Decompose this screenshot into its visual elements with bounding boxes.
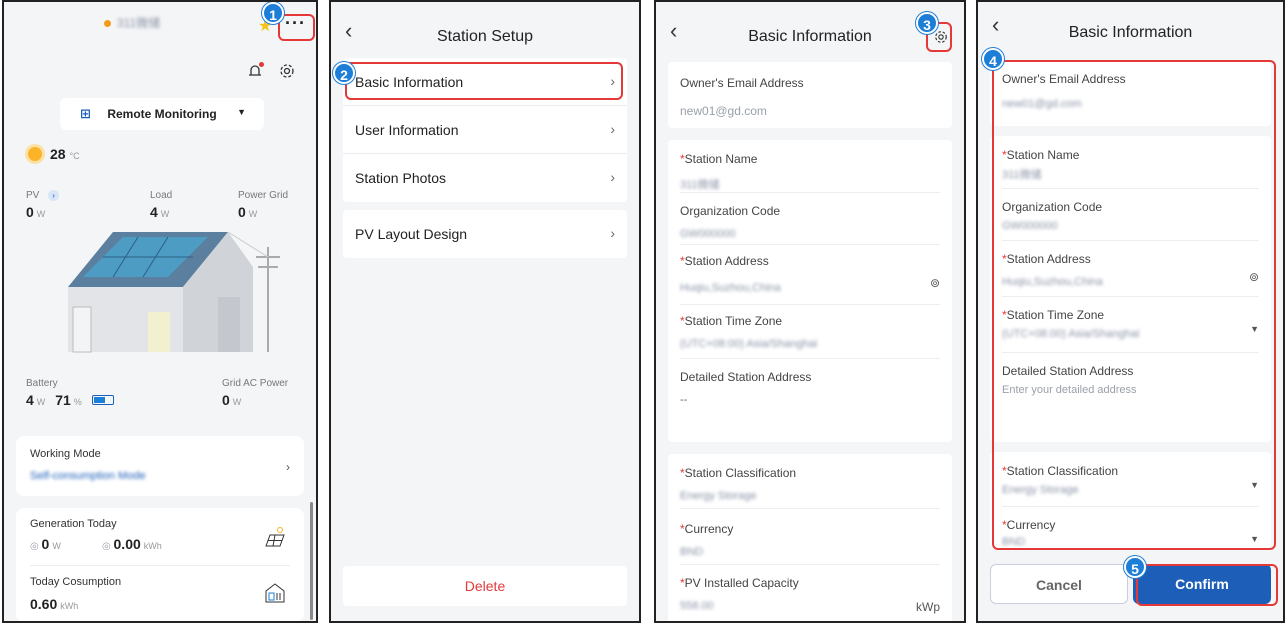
divider bbox=[680, 244, 940, 245]
chevron-right-icon: › bbox=[286, 460, 290, 474]
chevron-right-icon: › bbox=[610, 169, 615, 185]
chevron-right-icon: › bbox=[610, 225, 615, 241]
page-title: Station Setup bbox=[436, 28, 534, 45]
pv-arrow-icon[interactable]: › bbox=[48, 190, 60, 201]
mode-selector[interactable]: ⊞ Remote Monitoring ▼ bbox=[60, 98, 264, 130]
gen-today-label: Generation Today bbox=[30, 518, 117, 530]
email-card: Owner's Email Address new01@gd.com bbox=[668, 62, 952, 128]
setup-menu-2: PV Layout Design › bbox=[343, 210, 627, 258]
working-mode-label: Working Mode bbox=[30, 448, 101, 460]
divider bbox=[680, 508, 940, 509]
home-screen: 311微储 ★ ··· 1 ⊞ Remote Monitoring ▼ 28 °… bbox=[2, 0, 318, 623]
home-top: 311微储 ★ ··· 1 ⊞ Remote Monitoring ▼ 28 °… bbox=[4, 2, 316, 432]
grid-label: Power Grid bbox=[238, 190, 289, 201]
station-name-header[interactable]: 311微储 bbox=[104, 14, 160, 31]
menu-pv-layout-design[interactable]: PV Layout Design › bbox=[343, 210, 627, 258]
divider bbox=[680, 192, 940, 193]
load-value: 4W bbox=[150, 204, 170, 220]
delete-button[interactable]: Delete bbox=[343, 566, 627, 606]
gridac-label: Grid AC Power bbox=[222, 378, 289, 389]
battery-label: Battery bbox=[26, 378, 58, 389]
station-name-field: *Station Name 311微储 bbox=[680, 152, 758, 191]
station-setup-screen: ‹ Station Setup Basic Information › User … bbox=[329, 0, 641, 623]
gen-today-power: ◎ 0W bbox=[30, 536, 61, 552]
page-title: Basic Information bbox=[1068, 24, 1193, 41]
classification-card: *Station Classification Energy Storage *… bbox=[668, 454, 952, 621]
timezone-field: *Station Time Zone (UTC+08:00) Asia/Shan… bbox=[680, 314, 818, 350]
header: ‹ Basic Information bbox=[978, 2, 1283, 50]
pv-value: 0W bbox=[26, 204, 46, 220]
step-badge-1: 1 bbox=[262, 2, 284, 24]
step-badge-3: 3 bbox=[916, 12, 938, 34]
highlight-basic-info bbox=[345, 62, 623, 100]
location-pin-icon[interactable]: ⊚ bbox=[930, 276, 940, 290]
menu-station-photos[interactable]: Station Photos › bbox=[343, 154, 627, 202]
consumption-label: Today Cosumption bbox=[30, 576, 122, 588]
pv-label: PV › bbox=[26, 190, 60, 201]
gear-icon[interactable] bbox=[279, 63, 295, 84]
page-title: Basic Information bbox=[748, 28, 872, 45]
org-code-field: Organization Code GW000000 bbox=[680, 204, 781, 240]
basic-info-view-screen: ‹ Basic Information 3 Owner's Email Addr… bbox=[654, 0, 966, 623]
highlight-more bbox=[278, 14, 315, 41]
dropdown-arrow-icon: ▼ bbox=[237, 107, 246, 117]
basic-info-edit-screen: ‹ Basic Information 4 Owner's Email Addr… bbox=[976, 0, 1285, 623]
solar-panel-icon bbox=[264, 526, 286, 553]
step-badge-2: 2 bbox=[333, 62, 355, 84]
grid-value: 0W bbox=[238, 204, 258, 220]
battery-value: 4W 71% bbox=[26, 392, 114, 408]
divider bbox=[30, 565, 290, 566]
chevron-right-icon: › bbox=[610, 121, 615, 137]
divider bbox=[680, 304, 940, 305]
working-mode-card[interactable]: Working Mode Self-consumption Mode › bbox=[16, 436, 304, 496]
classification-field: *Station Classification Energy Storage bbox=[680, 466, 797, 502]
gen-today-energy: ◎ 0.00 kWh bbox=[102, 536, 162, 552]
currency-field: *Currency BND bbox=[680, 522, 734, 558]
divider bbox=[680, 564, 940, 565]
station-card: *Station Name 311微储 Organization Code GW… bbox=[668, 140, 952, 442]
cancel-button[interactable]: Cancel bbox=[990, 564, 1128, 604]
menu-user-information[interactable]: User Information › bbox=[343, 106, 627, 154]
capacity-unit: kWp bbox=[916, 600, 940, 614]
sun-icon bbox=[28, 147, 42, 161]
highlight-confirm bbox=[1136, 564, 1278, 606]
detail-address-field: Detailed Station Address -- bbox=[680, 370, 812, 406]
step-badge-5: 5 bbox=[1124, 556, 1146, 578]
consumption-value: 0.60 kWh bbox=[30, 596, 79, 612]
working-mode-value: Self-consumption Mode bbox=[30, 470, 146, 482]
gridac-value: 0W bbox=[222, 392, 242, 408]
bell-icon[interactable] bbox=[248, 62, 264, 79]
step-badge-4: 4 bbox=[982, 48, 1004, 70]
battery-icon bbox=[91, 395, 114, 405]
email-field: Owner's Email Address new01@gd.com bbox=[680, 76, 804, 118]
highlight-form bbox=[992, 60, 1276, 550]
capacity-field: *PV Installed Capacity 558.00 bbox=[680, 576, 799, 612]
header: ‹ Station Setup bbox=[331, 2, 639, 58]
weather: 28 °C bbox=[28, 146, 80, 162]
status-dot-icon bbox=[104, 20, 111, 27]
house-illustration bbox=[68, 231, 280, 353]
stats-card: Generation Today ◎ 0W ◎ 0.00 kWh Today Co… bbox=[16, 508, 304, 621]
scrollbar[interactable] bbox=[310, 502, 313, 620]
load-label: Load bbox=[150, 190, 173, 201]
address-field: *Station Address Huqiu,Suzhou,China bbox=[680, 254, 781, 294]
divider bbox=[680, 358, 940, 359]
house-icon bbox=[264, 582, 286, 609]
